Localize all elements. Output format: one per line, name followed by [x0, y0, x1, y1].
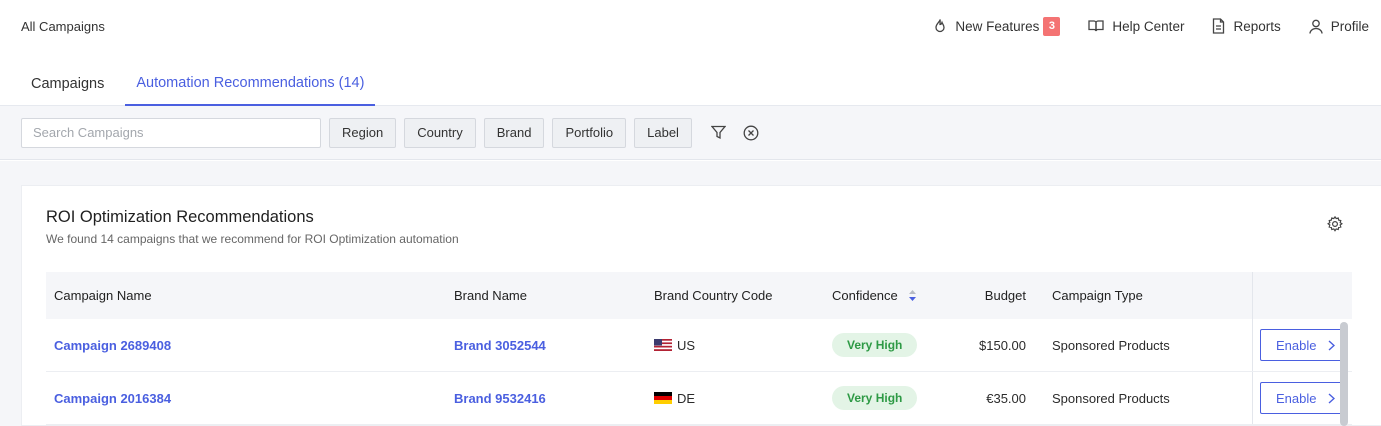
gear-icon [1327, 215, 1343, 232]
filter-region-button[interactable]: Region [329, 117, 397, 148]
chevron-right-icon [1329, 339, 1336, 351]
enable-button[interactable]: Enable [1260, 329, 1344, 361]
campaign-link[interactable]: Campaign 2689408 [54, 319, 171, 371]
filter-label-button[interactable]: Label [634, 117, 692, 148]
flame-icon [935, 19, 946, 33]
enable-button[interactable]: Enable [1260, 382, 1344, 414]
document-icon [1213, 18, 1225, 34]
action-column-header [1252, 272, 1352, 319]
top-header: All Campaigns New Features 3 Help Center… [0, 0, 1381, 52]
country-cell: DE [654, 372, 695, 424]
filter-bar: Region Country Brand Portfolio Label [0, 106, 1381, 160]
clear-filters-button[interactable] [738, 120, 764, 146]
confidence-cell: Very High [832, 319, 918, 371]
table-scrollbar[interactable] [1340, 322, 1348, 426]
breadcrumb[interactable]: All Campaigns [21, 19, 105, 34]
close-circle-icon [743, 125, 759, 140]
brand-link[interactable]: Brand 3052544 [454, 319, 546, 371]
filter-country-button[interactable]: Country [404, 117, 476, 148]
new-features-link[interactable]: New Features 3 [933, 16, 1061, 36]
reports-label: Reports [1233, 18, 1281, 34]
new-features-label: New Features [955, 18, 1040, 34]
confidence-badge: Very High [832, 386, 918, 410]
card-subtitle: We found 14 campaigns that we recommend … [46, 232, 459, 246]
profile-link[interactable]: Profile [1309, 19, 1369, 34]
column-header-brand-name[interactable]: Brand Name [454, 272, 527, 319]
campaign-link[interactable]: Campaign 2016384 [54, 372, 171, 424]
column-header-budget[interactable]: Budget [946, 272, 1026, 319]
new-features-count-badge: 3 [1043, 16, 1061, 36]
tab-automation-recommendations[interactable]: Automation Recommendations (14) [125, 62, 376, 106]
budget-value: $150.00 [979, 337, 1026, 353]
column-header-campaign-type[interactable]: Campaign Type [1052, 272, 1143, 319]
confidence-badge: Very High [832, 333, 918, 357]
recommendations-table: Campaign Name Brand Name Brand Country C… [46, 272, 1352, 425]
de-flag-icon [654, 392, 672, 404]
book-icon [1088, 20, 1105, 32]
us-flag-icon [654, 339, 672, 351]
tab-campaigns[interactable]: Campaigns [20, 62, 115, 106]
confidence-cell: Very High [832, 372, 918, 424]
table-header-row: Campaign Name Brand Name Brand Country C… [46, 272, 1352, 319]
roi-recommendations-card: ROI Optimization Recommendations We foun… [21, 185, 1381, 426]
country-code: DE [677, 390, 696, 406]
table-row: Campaign 2689408 Brand 3052544 US Very H… [46, 319, 1352, 372]
enable-button-label: Enable [1276, 390, 1317, 406]
country-code: US [677, 337, 696, 353]
settings-button[interactable] [1326, 215, 1346, 235]
column-header-campaign-name[interactable]: Campaign Name [54, 272, 152, 319]
enable-button-label: Enable [1276, 337, 1317, 353]
reports-link[interactable]: Reports [1212, 18, 1281, 34]
filter-brand-button[interactable]: Brand [483, 117, 545, 148]
profile-label: Profile [1330, 18, 1369, 34]
tab-bar: Campaigns Automation Recommendations (14… [0, 62, 1381, 106]
card-title: ROI Optimization Recommendations [46, 208, 314, 226]
search-input[interactable] [21, 117, 321, 148]
chevron-right-icon [1329, 392, 1336, 404]
table-row: Campaign 2016384 Brand 9532416 DE Very H… [46, 372, 1352, 425]
column-header-confidence[interactable]: Confidence [832, 272, 917, 319]
campaign-type: Sponsored Products [1052, 390, 1170, 406]
brand-link[interactable]: Brand 9532416 [454, 372, 546, 424]
filter-funnel-button[interactable] [706, 120, 732, 146]
user-icon [1309, 19, 1323, 34]
campaign-type: Sponsored Products [1052, 337, 1170, 353]
help-center-link[interactable]: Help Center [1088, 19, 1184, 34]
help-center-label: Help Center [1112, 18, 1185, 34]
confidence-header-label: Confidence [832, 288, 898, 303]
funnel-icon [711, 125, 727, 140]
budget-value: €35.00 [986, 390, 1026, 406]
header-actions: New Features 3 Help Center Reports Profi… [905, 16, 1369, 36]
filter-portfolio-button[interactable]: Portfolio [552, 117, 627, 148]
sort-icon[interactable] [908, 289, 917, 302]
column-header-brand-country-code[interactable]: Brand Country Code [654, 272, 773, 319]
country-cell: US [654, 319, 695, 371]
